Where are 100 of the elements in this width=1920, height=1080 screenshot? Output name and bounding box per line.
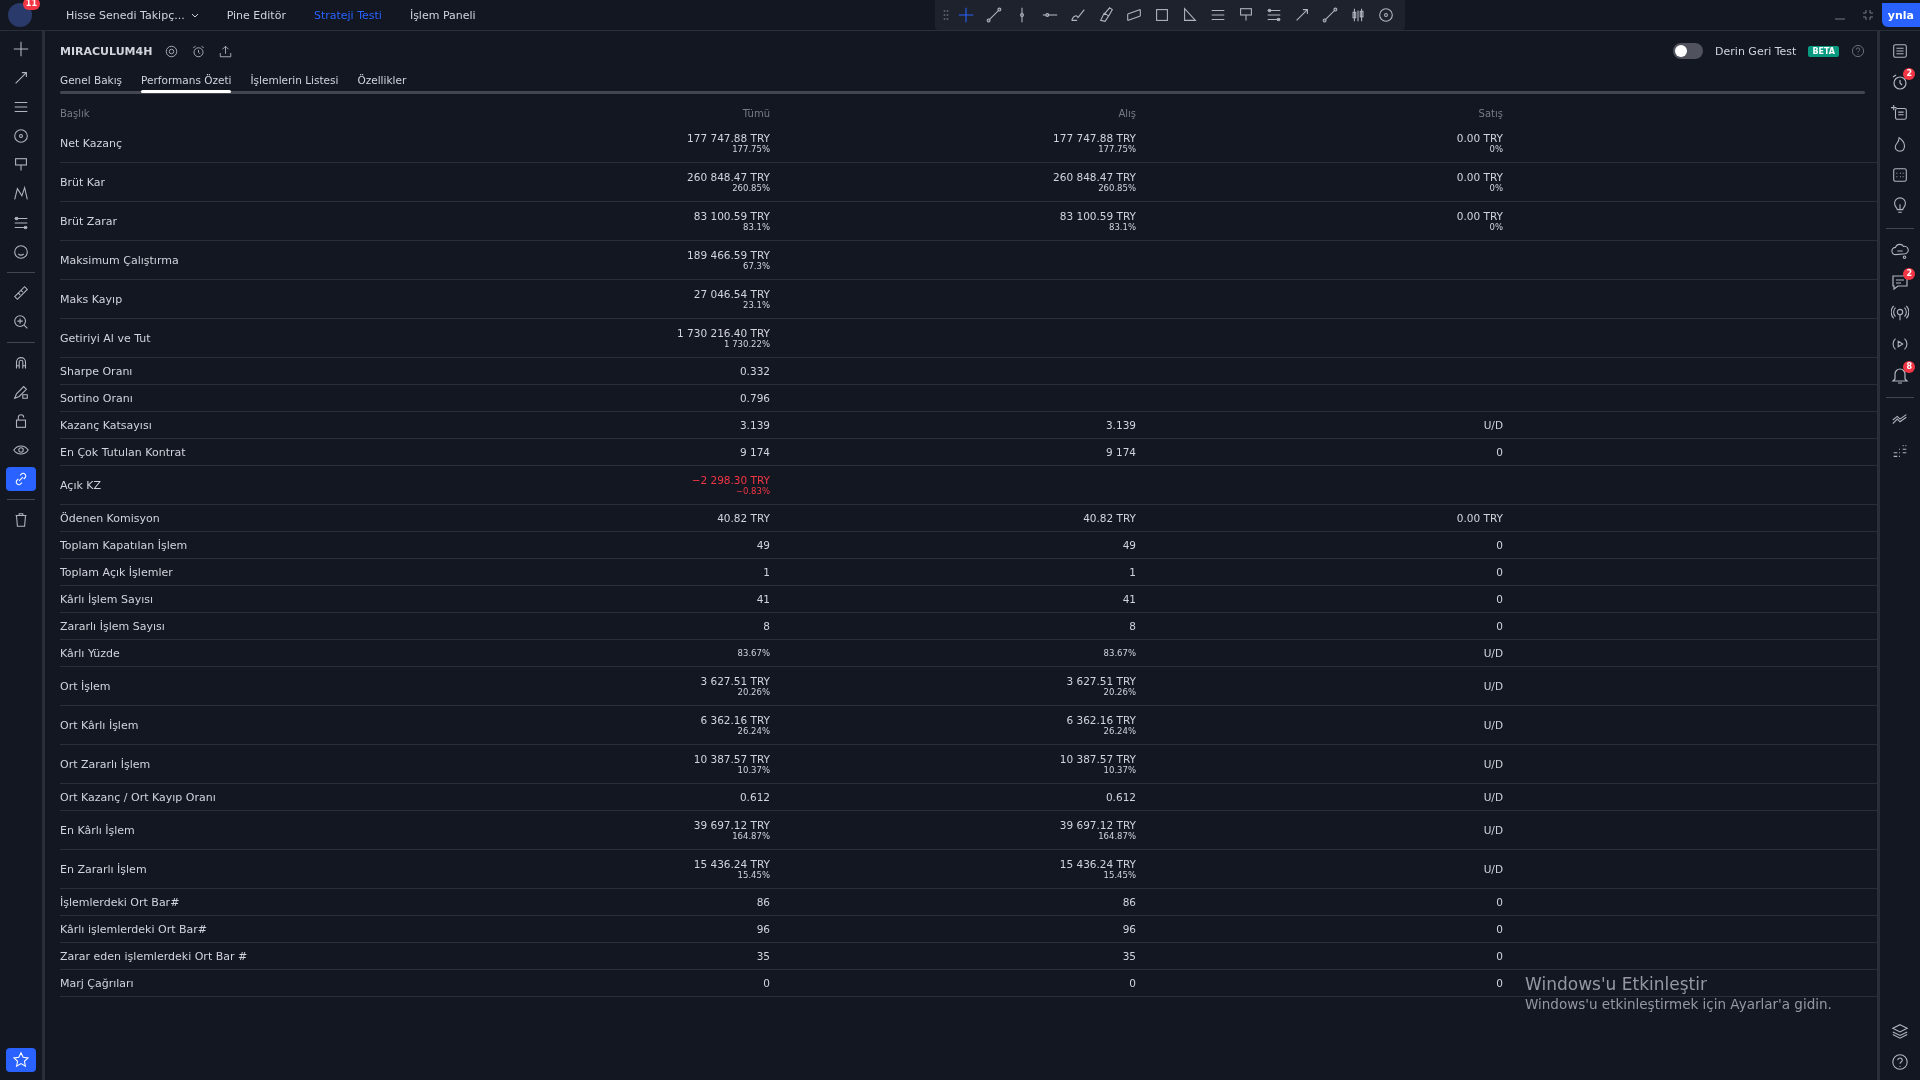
cell-percent: 15.45% [1103, 870, 1136, 880]
menu-tab[interactable]: İşlem Paneli [399, 4, 486, 26]
row-label: Brüt Zarar [60, 214, 118, 228]
cell-percent: 164.87% [732, 831, 770, 841]
notice-title: Windows'u Etkinleştir [1525, 974, 1708, 994]
notification-badge: 11 [22, 0, 40, 10]
row-label: Ort Kârlı İşlem [60, 718, 140, 732]
tab[interactable]: İşlemlerin Listesi [250, 69, 339, 91]
cell-value: 86 [756, 896, 770, 908]
cell-value: 260 848.47 TRY [687, 171, 770, 183]
cell-percent: 0% [1489, 183, 1503, 193]
tab[interactable]: Özellikler [357, 69, 407, 91]
cell-value: 0.00 TRY [1456, 210, 1503, 222]
cell-value: 1 730 216.40 TRY [677, 327, 770, 339]
cell-value: 35 [1122, 950, 1136, 962]
cell-percent: 1 730.22% [724, 339, 770, 349]
cell-value: U/D [1483, 419, 1503, 431]
cell-value: 260 848.47 TRY [1053, 171, 1136, 183]
tab[interactable]: Genel Bakış [60, 69, 123, 91]
drag-handle-icon[interactable] [943, 9, 949, 21]
row-label: Brüt Kar [60, 175, 107, 189]
menu-tab[interactable]: Pine Editör [216, 4, 296, 26]
publish-button[interactable]: ynla [1881, 3, 1920, 27]
cell-percent: 83.1% [743, 222, 770, 232]
cell-percent: 10.37% [737, 765, 770, 775]
column-header: Satış [1478, 107, 1503, 119]
cell-value: 41 [756, 593, 770, 605]
cell-value: 3 627.51 TRY [700, 675, 770, 687]
column-header: Başlık [60, 107, 90, 119]
cell-value: 10 387.57 TRY [1059, 753, 1136, 765]
cell-value: 39 697.12 TRY [693, 819, 770, 831]
menu-tab[interactable]: Hisse Senedi Takipç... [56, 4, 209, 26]
row-label: Ort Zararlı İşlem [60, 757, 152, 771]
cell-value: 0 [1129, 977, 1136, 989]
row-label: Marj Çağrıları [60, 976, 135, 990]
cell-percent: 0% [1489, 144, 1503, 154]
cell-value: 49 [1122, 539, 1136, 551]
cell-value: 0 [1496, 566, 1503, 578]
cell-percent: 260.85% [1098, 183, 1136, 193]
cell-value: U/D [1483, 824, 1503, 836]
notice-text: Windows'u etkinleştirmek için Ayarlar'a gidin. [1525, 996, 1832, 1012]
cell-value: 96 [1122, 923, 1136, 935]
menu-tab[interactable]: Strateji Testi [303, 4, 392, 26]
settings-icon[interactable] [164, 43, 180, 59]
row-label: Sortino Oranı [60, 391, 134, 405]
cell-value: 10 387.57 TRY [693, 753, 770, 765]
cell-value: U/D [1483, 680, 1503, 692]
row-label: Ödenen Komisyon [60, 511, 161, 525]
cell-percent: 83.1% [1109, 222, 1136, 232]
cell-percent: 20.26% [737, 687, 770, 697]
alarm-icon[interactable] [191, 43, 207, 59]
cell-value: 0 [1496, 923, 1503, 935]
row-label: Net Kazanç [60, 136, 124, 150]
cell-percent: 10.37% [1103, 765, 1136, 775]
cell-value: 6 362.16 TRY [700, 714, 770, 726]
cell-value: 177 747.88 TRY [1053, 132, 1136, 144]
cell-value: 9 174 [739, 446, 770, 458]
cell-value: 0 [1496, 950, 1503, 962]
column-header: Tümü [742, 107, 770, 119]
cell-value: 0 [763, 977, 770, 989]
cell-value: 9 174 [1105, 446, 1136, 458]
cell-value: U/D [1483, 758, 1503, 770]
cell-percent: 164.87% [1098, 831, 1136, 841]
cell-value: 6 362.16 TRY [1066, 714, 1136, 726]
export-icon[interactable] [218, 43, 234, 59]
cell-percent: 15.45% [737, 870, 770, 880]
row-label: Maksimum Çalıştırma [60, 253, 180, 267]
row-label: En Kârlı İşlem [60, 823, 136, 837]
cell-value: 96 [756, 923, 770, 935]
cell-value: −2 298.30 TRY [691, 474, 770, 486]
tab[interactable]: Performans Özeti [141, 69, 232, 91]
cell-value: 0.796 [739, 392, 770, 404]
toggle-switch[interactable] [1673, 43, 1704, 59]
cell-value: 15 436.24 TRY [1059, 858, 1136, 870]
cell-value: 83 100.59 TRY [1059, 210, 1136, 222]
notification-badge: 8 [1903, 361, 1915, 373]
help-icon[interactable] [1851, 44, 1865, 58]
row-label: Toplam Açık İşlemler [60, 565, 174, 579]
cell-value: 41 [1122, 593, 1136, 605]
cell-percent: 177.75% [732, 144, 770, 154]
row-label: Zarar eden işlemlerdeki Ort Bar # [60, 949, 249, 963]
cell-value: 3.139 [739, 419, 770, 431]
row-label: Sharpe Oranı [60, 364, 134, 378]
row-label: En Zararlı İşlem [60, 862, 148, 876]
link-icon[interactable] [6, 467, 36, 491]
collapse-icon[interactable] [1861, 9, 1874, 21]
cell-value: 0.00 TRY [1456, 512, 1503, 524]
cell-value: 177 747.88 TRY [687, 132, 770, 144]
cell-value: 15 436.24 TRY [693, 858, 770, 870]
cell-value: 0 [1496, 896, 1503, 908]
beta-label: BETA [1808, 45, 1839, 57]
row-label: Zararlı İşlem Sayısı [60, 619, 166, 633]
cell-value: U/D [1483, 719, 1503, 731]
cell-value: U/D [1483, 863, 1503, 875]
cell-value: 3 627.51 TRY [1066, 675, 1136, 687]
column-header: Alış [1118, 107, 1136, 119]
cell-value: 40.82 TRY [717, 512, 770, 524]
toggle-label: Derin Geri Test [1715, 44, 1797, 58]
cell-value: 189 466.59 TRY [687, 249, 770, 261]
row-label: En Çok Tutulan Kontrat [60, 445, 187, 459]
